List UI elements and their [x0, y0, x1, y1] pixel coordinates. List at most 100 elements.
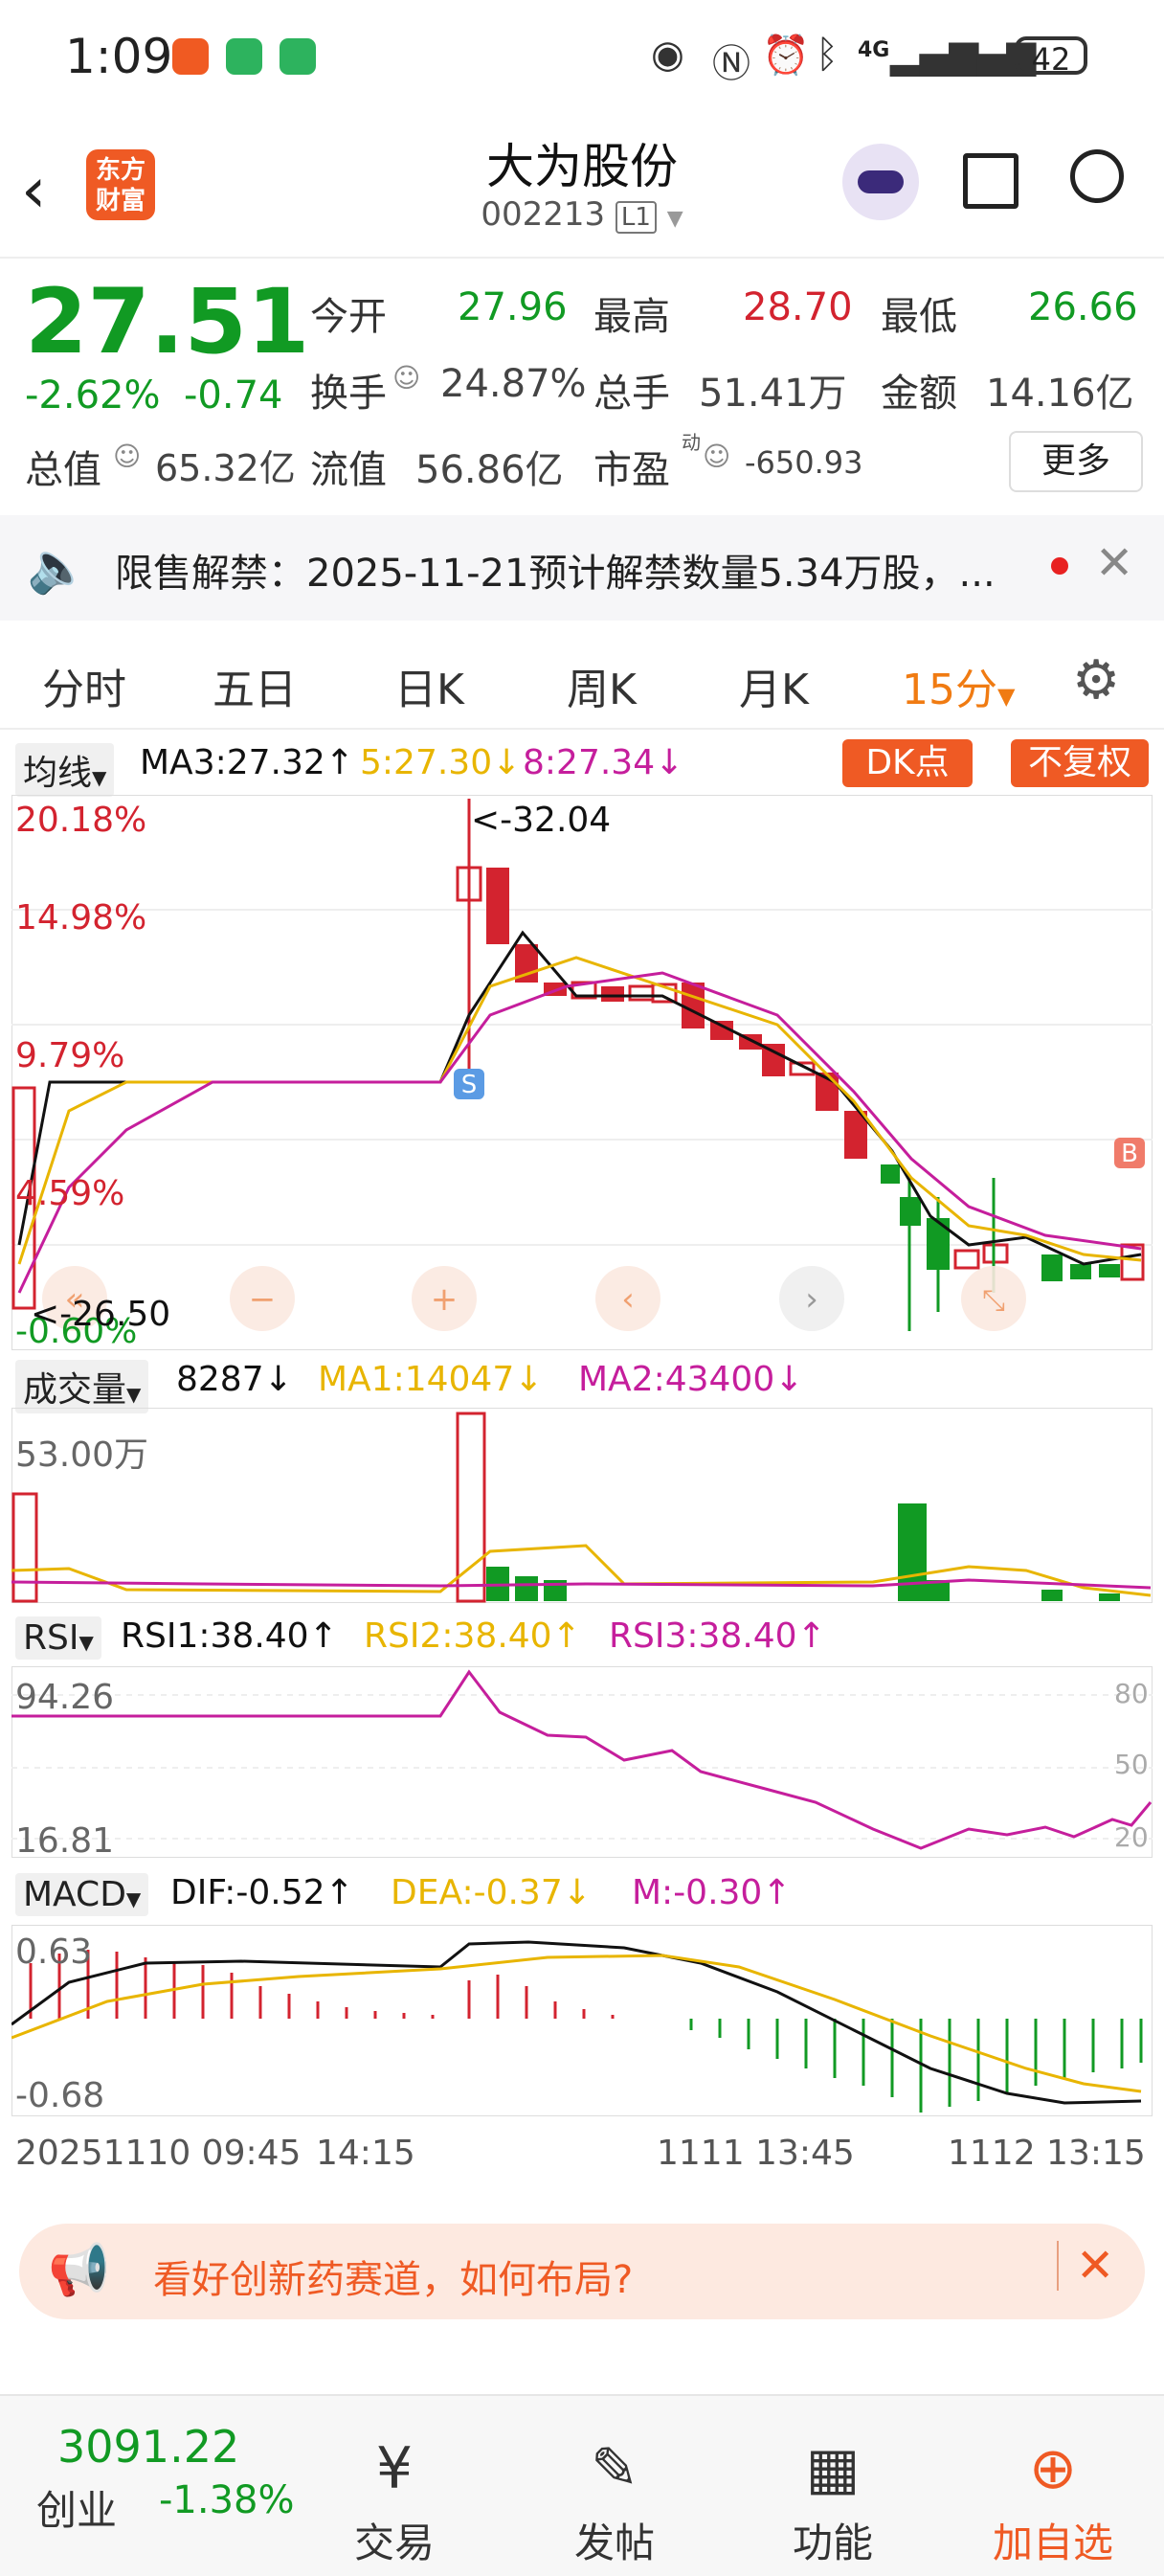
- close-icon[interactable]: ✕: [1076, 2239, 1114, 2293]
- sell-marker-label: S: [461, 1071, 478, 1099]
- promo-text: 看好创新药赛道，如何布局?: [153, 2258, 634, 2302]
- trade-label: 交易: [353, 2520, 435, 2566]
- divider: [1057, 2241, 1059, 2291]
- volume-value: 51.41万: [699, 372, 847, 416]
- volume-ma1: MA1:14047↓: [318, 1360, 544, 1399]
- y-axis-label: 14.98%: [15, 898, 147, 938]
- info-icon[interactable]: ☺: [392, 362, 420, 394]
- add-watchlist-label: 加自选: [992, 2520, 1113, 2566]
- volume-select-label: 成交量: [23, 1370, 127, 1410]
- chevron-down-icon: ▼: [666, 207, 683, 231]
- period-tabs: 分时 五日 日K 周K 月K 15分▼ ⚙: [0, 632, 1164, 730]
- pe-label: 市盈: [593, 448, 670, 492]
- tab-15min-label: 15分: [902, 666, 997, 714]
- add-watchlist-button[interactable]: ⊕ 加自选: [986, 2440, 1120, 2569]
- ai-assistant-icon[interactable]: [842, 144, 919, 220]
- notice-bar[interactable]: 🔈 限售解禁：2025-11-21预计解禁数量5.34万股，... ✕: [0, 515, 1164, 621]
- mktcap-value: 65.32亿: [155, 447, 296, 489]
- tab-five-day[interactable]: 五日: [213, 655, 297, 716]
- min-price-note: <-26.50: [31, 1295, 171, 1334]
- volume-chart: [11, 1408, 1153, 1603]
- speaker-icon: 🔈: [27, 539, 89, 597]
- rsi3-value: RSI3:38.40↑: [609, 1616, 826, 1656]
- stock-code: 002213: [481, 195, 606, 234]
- volume-label: 总手: [593, 372, 670, 416]
- gear-icon[interactable]: ⚙: [1072, 649, 1120, 712]
- volume-current: 8287↓: [176, 1360, 293, 1399]
- rsi2-value: RSI2:38.40↑: [364, 1616, 581, 1656]
- amount-value: 14.16亿: [986, 372, 1134, 416]
- rsi-chart: [11, 1666, 1153, 1858]
- notice-text: 限售解禁：2025-11-21预计解禁数量5.34万股，...: [115, 552, 996, 596]
- candlestick-chart[interactable]: S B « − + ‹ › ⤡: [11, 795, 1153, 1350]
- index-value[interactable]: 3091.22: [57, 2421, 239, 2473]
- functions-label: 功能: [792, 2520, 873, 2566]
- svg-text:−: −: [249, 1280, 277, 1319]
- tab-weekly-k[interactable]: 周K: [567, 655, 637, 716]
- tab-intraday[interactable]: 分时: [42, 655, 126, 716]
- rsi-level-label: 80: [1114, 1678, 1149, 1709]
- time-axis-label: 14:15: [316, 2134, 415, 2173]
- search-icon[interactable]: [1070, 149, 1124, 203]
- info-icon[interactable]: ☺: [113, 441, 141, 472]
- tab-monthly-k[interactable]: 月K: [739, 655, 809, 716]
- macd-dea: DEA:-0.37↓: [391, 1873, 592, 1912]
- rsi-select-label: RSI: [23, 1618, 79, 1658]
- trade-button[interactable]: ¥ 交易: [327, 2440, 461, 2569]
- rsi1-value: RSI1:38.40↑: [121, 1616, 338, 1656]
- indicator-select-label: 均线: [23, 754, 93, 793]
- turnover-label: 换手: [310, 372, 387, 416]
- functions-button[interactable]: ▦ 功能: [766, 2440, 900, 2569]
- macd-max-label: 0.63: [15, 1932, 93, 1972]
- more-button[interactable]: 更多: [1009, 431, 1143, 492]
- nfc-icon: Ⓝ: [712, 42, 750, 86]
- float-label: 流值: [310, 448, 387, 492]
- no-adjust-button[interactable]: 不复权: [1011, 739, 1149, 787]
- chevron-down-icon: ▼: [997, 683, 1016, 710]
- index-change: -1.38%: [159, 2478, 295, 2522]
- index-name[interactable]: 创业: [36, 2478, 117, 2537]
- promo-banner[interactable]: 📢 看好创新药赛道，如何布局? ✕: [19, 2224, 1145, 2319]
- chart-controls[interactable]: « − + ‹ › ⤡: [42, 1266, 1026, 1331]
- rsi-level-label: 20: [1114, 1821, 1149, 1853]
- rsi-select[interactable]: RSI▼: [15, 1616, 101, 1660]
- app-notification-icon: [226, 38, 262, 75]
- info-icon[interactable]: ☺: [703, 441, 730, 472]
- rsi-level-label: 50: [1114, 1749, 1149, 1780]
- close-icon[interactable]: ✕: [1095, 536, 1133, 590]
- svg-text:⤡: ⤡: [982, 1284, 1005, 1318]
- grid-icon: ▦: [805, 2435, 861, 2502]
- indicator-select[interactable]: 均线▼: [15, 743, 115, 797]
- ma5-value: 5:27.30↓: [360, 743, 522, 782]
- pe-superscript: 动: [682, 431, 701, 454]
- low-label: 最低: [881, 295, 957, 339]
- app-notification-icon: [172, 38, 209, 75]
- ma3-value: MA3:27.32↑: [140, 743, 354, 782]
- macd-select[interactable]: MACD▼: [15, 1873, 149, 1916]
- tab-daily-k[interactable]: 日K: [394, 655, 464, 716]
- current-price: 27.51: [25, 270, 310, 374]
- battery-icon: 42: [1015, 36, 1087, 78]
- macd-chart: [11, 1925, 1153, 2116]
- volume-ma2: MA2:43400↓: [578, 1360, 804, 1399]
- edit-icon: ✎: [590, 2435, 639, 2502]
- high-value: 28.70: [743, 285, 853, 329]
- network-type: 4G: [858, 38, 890, 62]
- chevron-down-icon: ▼: [92, 766, 107, 789]
- buy-marker-label: B: [1121, 1140, 1138, 1168]
- open-value: 27.96: [458, 285, 568, 329]
- status-bar: 1:09 ◉ Ⓝ ⏰ ᛒ 4G ▂▄▆ ▂▄▆ 42: [0, 0, 1164, 115]
- rsi-max-label: 94.26: [15, 1678, 115, 1717]
- time-axis-label: 20251110 09:45: [15, 2134, 302, 2173]
- megaphone-icon: 📢: [48, 2242, 110, 2299]
- share-icon[interactable]: [963, 153, 1018, 209]
- post-button[interactable]: ✎ 发帖: [548, 2440, 682, 2569]
- volume-select[interactable]: 成交量▼: [15, 1360, 149, 1413]
- macd-m: M:-0.30↑: [632, 1873, 792, 1912]
- macd-dif: DIF:-0.52↑: [170, 1873, 354, 1912]
- amount-label: 金额: [881, 372, 957, 416]
- bluetooth-icon: ᛒ: [816, 33, 839, 77]
- dk-point-button[interactable]: DK点: [842, 739, 973, 787]
- tab-15min[interactable]: 15分▼: [902, 655, 1015, 716]
- ma8-value: 8:27.34↓: [523, 743, 684, 782]
